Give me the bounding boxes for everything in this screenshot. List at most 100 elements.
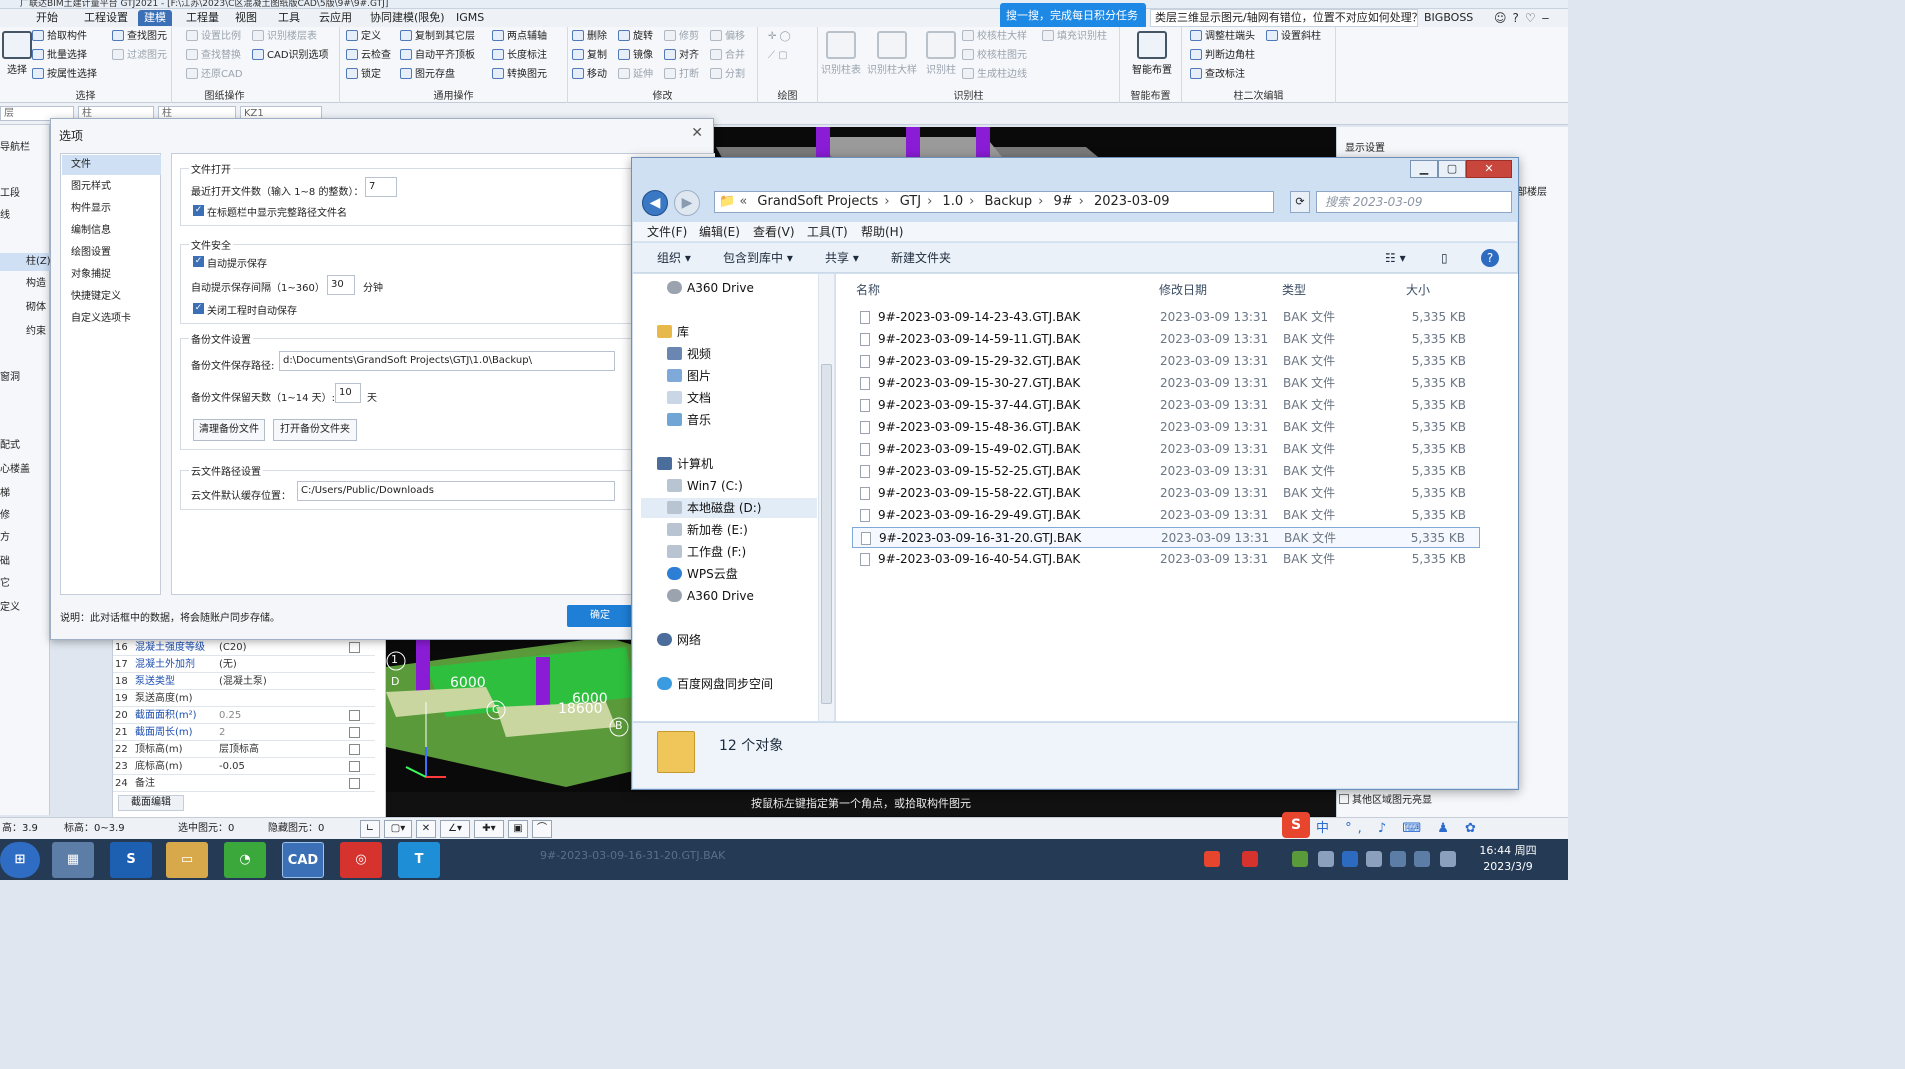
- recent-files-input[interactable]: 7: [365, 177, 397, 197]
- angle-toggle-icon[interactable]: ∠▾: [440, 820, 470, 838]
- recognize-column-table-button[interactable]: 识别柱表: [818, 27, 864, 76]
- tree-item[interactable]: WPS云盘: [667, 564, 738, 584]
- property-checkbox[interactable]: [349, 761, 360, 772]
- table-row[interactable]: 18 泵送类型 (混凝土泵): [113, 673, 375, 690]
- tree-item[interactable]: 工作盘 (F:): [667, 542, 746, 562]
- nav-item-constraint[interactable]: 约束: [0, 323, 50, 341]
- element-save-button[interactable]: 图元存盘: [400, 67, 455, 83]
- tray-app-icon[interactable]: [1342, 851, 1358, 867]
- find-element-button[interactable]: 查找图元: [112, 29, 167, 45]
- nav-item-custom[interactable]: 定义: [0, 599, 50, 617]
- scrollbar-thumb[interactable]: [821, 364, 832, 704]
- breadcrumb-item[interactable]: GTJ: [900, 194, 921, 209]
- category-draw-settings[interactable]: 绘图设置: [62, 243, 161, 263]
- cloud-check-button[interactable]: 云检查: [346, 48, 391, 64]
- system-clock[interactable]: 16:44 周四 2023/3/9: [1472, 843, 1544, 875]
- property-checkbox[interactable]: [349, 727, 360, 738]
- nav-item-prefab[interactable]: 配式: [0, 437, 50, 455]
- tree-item[interactable]: A360 Drive: [667, 586, 754, 606]
- backup-path-input[interactable]: d:\Documents\GrandSoft Projects\GTJ\1.0\…: [279, 351, 615, 371]
- file-row[interactable]: 9#-2023-03-09-16-40-54.GTJ.BAK 2023-03-09…: [852, 549, 1480, 570]
- category-shortcuts[interactable]: 快捷键定义: [62, 287, 161, 307]
- tray-app-icon[interactable]: [1390, 851, 1406, 867]
- column-header-name[interactable]: 名称: [856, 282, 880, 298]
- save-on-close-checkbox[interactable]: ✓: [193, 303, 204, 314]
- extend-button[interactable]: 延伸: [618, 67, 653, 83]
- pick-component-button[interactable]: 拾取构件: [32, 29, 87, 45]
- recognize-floor-table-button[interactable]: 识别楼层表: [252, 29, 317, 45]
- cloud-cache-input[interactable]: C:/Users/Public/Downloads: [297, 481, 615, 501]
- table-row[interactable]: 20 截面面积(m²) 0.25: [113, 707, 375, 724]
- ime-logo-icon[interactable]: S: [1282, 812, 1310, 838]
- nav-item-finish[interactable]: 修: [0, 507, 50, 525]
- section-edit-button[interactable]: 截面编辑: [118, 795, 184, 811]
- arc-toggle-icon[interactable]: ⌒: [532, 820, 552, 838]
- breadcrumb-item[interactable]: 9#: [1053, 194, 1072, 209]
- cad-app-icon[interactable]: CAD: [282, 842, 324, 878]
- snap-toggle-icon[interactable]: ▢▾: [384, 820, 412, 838]
- tray-app-icon[interactable]: [1414, 851, 1430, 867]
- check-column-detail-button[interactable]: 校核柱大样: [962, 29, 1027, 45]
- tree-item[interactable]: 计算机: [657, 454, 713, 474]
- offset-button[interactable]: 偏移: [710, 29, 745, 45]
- file-row[interactable]: 9#-2023-03-09-16-29-49.GTJ.BAK 2023-03-09…: [852, 505, 1480, 526]
- maximize-icon[interactable]: ▢: [1438, 160, 1466, 178]
- trim-button[interactable]: 修剪: [664, 29, 699, 45]
- file-row[interactable]: 9#-2023-03-09-14-23-43.GTJ.BAK 2023-03-09…: [852, 307, 1480, 328]
- tree-item[interactable]: 库: [657, 322, 689, 342]
- tree-item[interactable]: 百度网盘同步空间: [657, 674, 773, 694]
- nav-item-other[interactable]: 它: [0, 575, 50, 593]
- menu-file[interactable]: 文件(F): [647, 224, 687, 240]
- include-in-library-button[interactable]: 包含到库中 ▾: [723, 249, 793, 267]
- tab-modeling[interactable]: 建模: [138, 10, 172, 26]
- t-app-icon[interactable]: T: [398, 842, 440, 878]
- file-row[interactable]: 9#-2023-03-09-15-30-27.GTJ.BAK 2023-03-09…: [852, 373, 1480, 394]
- network-tray-icon[interactable]: [1366, 851, 1382, 867]
- table-row[interactable]: 23 底标高(m) -0.05: [113, 758, 375, 775]
- tray-app-icon[interactable]: [1440, 851, 1456, 867]
- user-name[interactable]: BIGBOSS: [1424, 9, 1473, 27]
- tab-quantity[interactable]: 工程量: [180, 10, 225, 26]
- break-button[interactable]: 打断: [664, 67, 699, 83]
- lock-button[interactable]: 锁定: [346, 67, 381, 83]
- batch-select-button[interactable]: 批量选择: [32, 48, 87, 64]
- tab-start[interactable]: 开始: [30, 10, 64, 26]
- show-full-path-checkbox[interactable]: ✓: [193, 205, 204, 216]
- tree-item[interactable]: 新加卷 (E:): [667, 520, 748, 540]
- start-icon[interactable]: ⊞: [0, 842, 40, 878]
- breadcrumb-item[interactable]: 2023-03-09: [1094, 194, 1170, 209]
- table-row[interactable]: 21 截面周长(m) 2: [113, 724, 375, 741]
- table-row[interactable]: 19 泵送高度(m): [113, 690, 375, 707]
- file-row[interactable]: 9#-2023-03-09-15-58-22.GTJ.BAK 2023-03-09…: [852, 483, 1480, 504]
- copy-button[interactable]: 复制: [572, 48, 607, 64]
- select-by-attr-button[interactable]: 按属性选择: [32, 67, 97, 83]
- category-compile-info[interactable]: 编制信息: [62, 221, 161, 241]
- file-row[interactable]: 9#-2023-03-09-15-48-36.GTJ.BAK 2023-03-09…: [852, 417, 1480, 438]
- help-bubble[interactable]: 搜一搜，完成每日积分任务~: [1000, 3, 1146, 48]
- minimize-icon[interactable]: ▁: [1410, 160, 1438, 178]
- nav-item-masonry[interactable]: 砌体: [0, 299, 50, 317]
- two-point-axis-button[interactable]: 两点辅轴: [492, 29, 547, 45]
- tab-tools[interactable]: 工具: [272, 10, 306, 26]
- ortho-toggle-icon[interactable]: ∟: [360, 820, 380, 838]
- nav-item-hollow[interactable]: 心楼盖: [0, 461, 50, 479]
- ime-toolbar-icon[interactable]: 中 °, ♪ ⌨ ♟ ✿: [1316, 818, 1482, 840]
- find-replace-button[interactable]: 查找替换: [186, 48, 241, 64]
- length-dimension-button[interactable]: 长度标注: [492, 48, 547, 64]
- line-draw-icon[interactable]: ⟋ ▢: [768, 48, 788, 64]
- adjust-column-end-button[interactable]: 调整柱端头: [1190, 29, 1255, 45]
- back-arrow-icon[interactable]: ◀: [642, 190, 668, 216]
- tree-item[interactable]: 文档: [667, 388, 711, 408]
- category-object-snap[interactable]: 对象捕捉: [62, 265, 161, 285]
- convert-element-button[interactable]: 转换图元: [492, 67, 547, 83]
- mirror-button[interactable]: 镜像: [618, 48, 653, 64]
- nvidia-tray-icon[interactable]: [1292, 851, 1308, 867]
- tab-project-settings[interactable]: 工程设置: [78, 10, 134, 26]
- tree-item[interactable]: 音乐: [667, 410, 711, 430]
- file-row[interactable]: 9#-2023-03-09-15-29-32.GTJ.BAK 2023-03-09…: [852, 351, 1480, 372]
- tab-igms[interactable]: IGMS: [450, 10, 490, 26]
- close-icon[interactable]: ✕: [691, 125, 703, 141]
- calculator-icon[interactable]: ▦: [52, 842, 94, 878]
- refresh-icon[interactable]: ⟳: [1290, 191, 1310, 213]
- category-custom-tab[interactable]: 自定义选项卡: [62, 309, 161, 329]
